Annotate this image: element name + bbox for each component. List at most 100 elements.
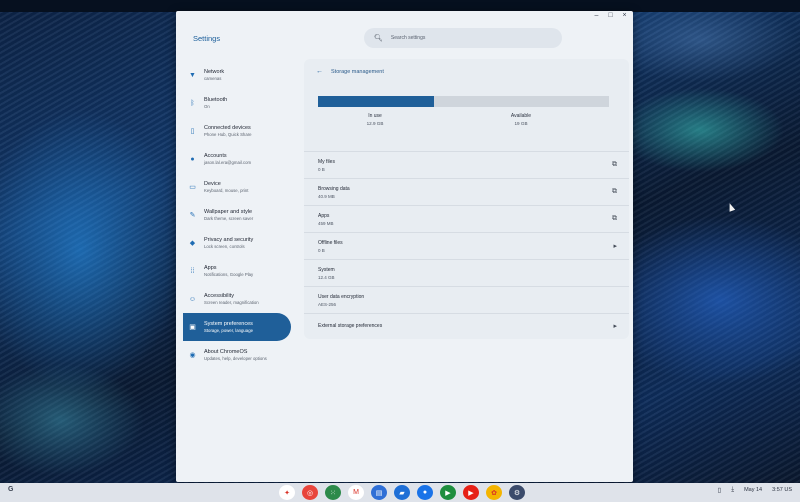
sidebar-item-sub: jason.lal.era@gmail.com: [204, 160, 252, 165]
available-value: 19 GB: [514, 121, 528, 126]
settings-window: – □ × Settings 🔍︎ Search settings ▼ Netw…: [176, 11, 633, 482]
shield-icon: ◆: [189, 240, 196, 247]
row-user-data-encryption: User data encryption AES-256: [304, 286, 629, 313]
external-link-icon[interactable]: ⧉: [612, 161, 617, 169]
external-link-icon[interactable]: ⧉: [612, 215, 617, 223]
files-icon[interactable]: ▰: [394, 485, 410, 500]
storage-management-panel: ← Storage management In use 12.9 GB Avai…: [304, 59, 629, 339]
minimize-icon[interactable]: –: [592, 11, 601, 21]
sidebar-item-sub: Updates, help, developer options: [204, 356, 267, 361]
youtube-icon[interactable]: ▶: [463, 485, 479, 500]
photos-icon[interactable]: ✿: [486, 485, 502, 500]
laptop-icon: ▭: [189, 184, 196, 191]
sidebar-item-sub: Storage, power, language: [204, 328, 253, 333]
sidebar-item-sub: Phone Hub, Quick Share: [204, 132, 252, 137]
sidebar-item-privacy[interactable]: ◆ Privacy and security Lock screen, contr…: [183, 229, 291, 257]
sidebar-item-label: About ChromeOS: [204, 349, 248, 355]
sidebar-item-connected-devices[interactable]: ▯ Connected devices Phone Hub, Quick Shar…: [183, 117, 291, 145]
sidebar-item-label: Bluetooth: [204, 97, 228, 103]
sidebar-item-sub: Notifications, Google Play: [204, 272, 254, 277]
sidebar-item-system-preferences[interactable]: ▣ System preferences Storage, power, lang…: [183, 313, 291, 341]
messages-icon[interactable]: ●: [417, 485, 433, 500]
row-value: AES-256: [318, 301, 337, 307]
sidebar-item-apps[interactable]: ⁞⁞ Apps Notifications, Google Play: [183, 257, 291, 285]
in-use-stat: In use 12.9 GB: [345, 113, 405, 126]
accessibility-icon: ☺: [188, 295, 197, 303]
sidebar-item-label: Device: [204, 181, 221, 187]
apps-grid-icon: ⁞⁞: [190, 267, 195, 275]
sidebar-item-sub: camenas: [204, 76, 222, 81]
maximize-icon[interactable]: □: [606, 11, 615, 21]
account-icon: ●: [190, 155, 195, 163]
launcher-icon[interactable]: G: [8, 486, 13, 493]
row-label: Apps: [318, 212, 330, 219]
row-label: System: [318, 266, 335, 273]
sidebar-item-label: Accounts: [204, 153, 227, 159]
storage-usage-fill: [318, 96, 435, 107]
available-stat: Available 19 GB: [491, 113, 551, 126]
shelf: G ✦ ◎ ⁙ M ▤ ▰ ● ▶ ▶ ✿ ⚙ ▯ ⤓ May 14 3:57 US: [0, 483, 800, 502]
sidebar-item-accessibility[interactable]: ☺ Accessibility Screen reader, magnificat…: [183, 285, 291, 313]
docs-icon[interactable]: ▤: [371, 485, 387, 500]
sidebar-item-accounts[interactable]: ● Accounts jason.lal.era@gmail.com: [183, 145, 291, 173]
row-label: Offline files: [318, 239, 343, 246]
row-label: My files: [318, 158, 335, 165]
shelf-status[interactable]: 3:57 US: [772, 487, 792, 493]
in-use-value: 12.9 GB: [366, 121, 384, 126]
close-icon[interactable]: ×: [620, 11, 629, 21]
row-offline-files[interactable]: Offline files 0 B ▸: [304, 232, 629, 259]
wifi-icon: ▼: [189, 71, 196, 79]
search-icon: 🔍︎: [374, 35, 383, 42]
chromeos-icon: ◉: [189, 352, 196, 359]
row-my-files[interactable]: My files 0 B ⧉: [304, 151, 629, 178]
sidebar-item-label: Privacy and security: [204, 237, 254, 243]
clipboard-icon[interactable]: ▯: [718, 486, 722, 494]
gmail-icon[interactable]: M: [348, 485, 364, 500]
row-browsing-data[interactable]: Browsing data 40.9 MB ⧉: [304, 178, 629, 205]
download-icon[interactable]: ⤓: [731, 486, 734, 494]
chevron-right-icon[interactable]: ▸: [613, 242, 617, 250]
breadcrumb: ← Storage management: [316, 68, 384, 75]
sidebar-item-wallpaper[interactable]: ✎ Wallpaper and style Dark theme, screen …: [183, 201, 291, 229]
row-value: 40.9 MB: [318, 193, 335, 199]
row-label: Browsing data: [318, 185, 350, 192]
sidebar-item-about-chromeos[interactable]: ◉ About ChromeOS Updates, help, developer…: [183, 341, 291, 369]
row-system: System 12.4 GB: [304, 259, 629, 286]
assistant-icon[interactable]: ✦: [279, 485, 295, 500]
row-value: 0 B: [318, 166, 325, 172]
external-link-icon[interactable]: ⧉: [612, 188, 617, 196]
search-box[interactable]: 🔍︎ Search settings: [364, 28, 562, 48]
sidebar-item-device[interactable]: ▭ Device Keyboard, mouse, print: [183, 173, 291, 201]
google-apps-icon[interactable]: ⁙: [325, 485, 341, 500]
chrome-icon[interactable]: ◎: [302, 485, 318, 500]
phone-icon: ▯: [190, 128, 195, 135]
sidebar-item-label: Apps: [204, 265, 217, 271]
app-title: Settings: [193, 34, 221, 43]
page-title: Storage management: [331, 68, 384, 75]
sidebar-item-bluetooth[interactable]: ᛒ Bluetooth On: [183, 89, 291, 117]
status-tray[interactable]: ▯ ⤓ May 14 3:57 US: [718, 486, 792, 494]
row-value: 12.4 GB: [318, 274, 335, 280]
row-value: 459 MB: [318, 220, 334, 226]
sidebar-item-sub: Screen reader, magnification: [204, 300, 259, 305]
system-icon: ▣: [189, 324, 196, 331]
shelf-date[interactable]: May 14: [744, 487, 762, 493]
row-external-storage-preferences[interactable]: External storage preferences ▸: [304, 313, 629, 338]
storage-list: My files 0 B ⧉ Browsing data 40.9 MB ⧉ App…: [304, 151, 629, 338]
sidebar: ▼ Network camenas ᛒ Bluetooth On ▯ Connect…: [183, 61, 291, 369]
window-controls: – □ ×: [592, 11, 629, 21]
row-value: 0 B: [318, 247, 325, 253]
meet-icon[interactable]: ▶: [440, 485, 456, 500]
back-arrow-icon[interactable]: ←: [316, 68, 323, 75]
settings-icon[interactable]: ⚙: [509, 485, 525, 500]
sidebar-item-sub: On: [204, 104, 210, 109]
bluetooth-icon: ᛒ: [190, 99, 195, 107]
available-label: Available: [510, 113, 532, 119]
row-apps[interactable]: Apps 459 MB ⧉: [304, 205, 629, 232]
sidebar-item-network[interactable]: ▼ Network camenas: [183, 61, 291, 89]
sidebar-item-label: Accessibility: [204, 293, 234, 299]
chevron-right-icon[interactable]: ▸: [613, 322, 617, 330]
in-use-label: In use: [368, 113, 382, 119]
row-label: External storage preferences: [318, 323, 383, 329]
row-label: User data encryption: [318, 293, 365, 300]
